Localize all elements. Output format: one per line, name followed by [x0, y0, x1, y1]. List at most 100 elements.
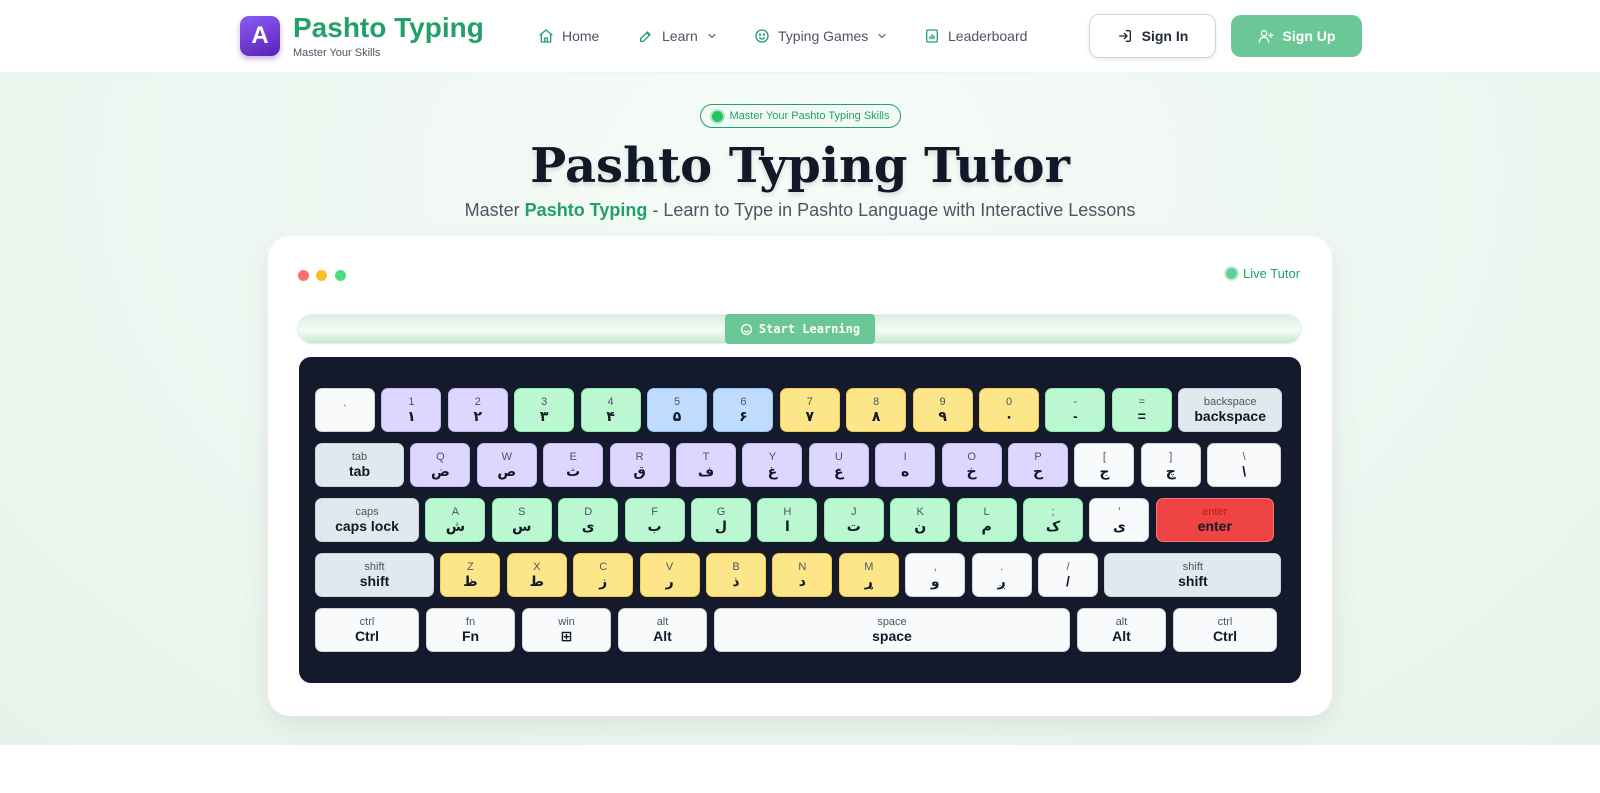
key-space[interactable]: space space — [714, 608, 1070, 652]
hero-sub-pre: Master — [464, 200, 525, 220]
key-Y[interactable]: Yغ — [742, 443, 803, 487]
key-label-pashto: ذ — [732, 573, 740, 590]
key-label-pashto: ص — [497, 463, 517, 480]
key-9[interactable]: 9٩ — [912, 388, 973, 432]
smile-icon — [755, 29, 769, 43]
nav-leaderboard-label: Leaderboard — [948, 28, 1028, 44]
start-learning-button[interactable]: Start Learning — [725, 314, 875, 344]
key-label-latin: J — [851, 505, 857, 518]
nav-home[interactable]: Home — [538, 26, 599, 46]
key-u47[interactable]: / / — [1038, 553, 1098, 597]
key-u59[interactable]: ; ک — [1023, 498, 1083, 542]
live-tutor-indicator: Live Tutor — [1226, 266, 1300, 281]
key-u91[interactable]: [ج — [1074, 443, 1135, 487]
key-3[interactable]: 3٣ — [514, 388, 575, 432]
key-M[interactable]: Mړ — [838, 553, 899, 597]
key-label-pashto: و — [930, 573, 940, 590]
nav-typing-games[interactable]: Typing Games — [754, 26, 888, 46]
key-4[interactable]: 4۴ — [580, 388, 641, 432]
key-X[interactable]: Xط — [506, 553, 567, 597]
key-label-latin: shift — [1182, 560, 1203, 573]
key-u92[interactable]: \ \ — [1207, 443, 1282, 487]
key-win[interactable]: win ⊞ — [522, 608, 611, 652]
key-I[interactable]: Iه — [875, 443, 936, 487]
key-0[interactable]: 0٠ — [979, 388, 1039, 432]
key-caps[interactable]: caps caps lock — [315, 498, 419, 542]
key-L[interactable]: Lم — [956, 498, 1017, 542]
user-plus-icon — [1258, 30, 1273, 43]
key-label-latin: = — [1138, 395, 1146, 408]
key-u93[interactable]: ] چ — [1140, 443, 1201, 487]
key-u46[interactable]: .ږ — [971, 553, 1032, 597]
key-Q[interactable]: Qض — [410, 443, 471, 487]
key-label-latin: win — [558, 615, 575, 628]
hero-sub-post: - Learn to Type in Pashto Language with … — [647, 200, 1136, 220]
key-label-pashto: ٩ — [938, 408, 947, 425]
key-N[interactable]: Nد — [772, 553, 833, 597]
key-u44[interactable]: ,و — [905, 553, 966, 597]
key-alt[interactable]: alt Alt — [618, 608, 707, 652]
key-label-latin: - — [1073, 395, 1078, 408]
key-D[interactable]: Dی — [558, 498, 619, 542]
nav-leaderboard[interactable]: Leaderboard — [924, 26, 1027, 46]
key-label-latin: U — [834, 450, 843, 463]
key-label-pashto: ٠ — [1004, 408, 1014, 425]
key-C[interactable]: Cز — [573, 553, 634, 597]
key-G[interactable]: Gل — [691, 498, 751, 542]
key-u45[interactable]: -- — [1045, 388, 1106, 432]
key-u61[interactable]: = = — [1111, 388, 1172, 432]
key-ctrl[interactable]: ctrl Ctrl — [315, 608, 419, 652]
key-V[interactable]: Vر — [639, 553, 700, 597]
key-shift[interactable]: shift shift — [1104, 553, 1282, 597]
key-6[interactable]: 6۶ — [713, 388, 774, 432]
key-label-pashto: ږ — [997, 573, 1006, 590]
key-label-latin: D — [584, 505, 593, 518]
key-u96[interactable]: ` — [315, 388, 375, 432]
key-Z[interactable]: Zظ — [440, 553, 501, 597]
window-maximize-dot-icon — [335, 270, 346, 281]
hero-sub-highlight: Pashto Typing — [524, 200, 648, 220]
key-label-pashto: ٢ — [473, 408, 483, 425]
key-fn[interactable]: fn Fn — [426, 608, 515, 652]
key-P[interactable]: Pح — [1008, 443, 1068, 487]
key-B[interactable]: Bذ — [706, 553, 766, 597]
brand-title[interactable]: Pashto Typing — [293, 12, 484, 44]
key-ctrl[interactable]: ctrl Ctrl — [1173, 608, 1277, 652]
key-enter[interactable]: enter enter — [1155, 498, 1274, 542]
key-O[interactable]: Oخ — [941, 443, 1002, 487]
logo-icon[interactable]: A — [240, 16, 280, 56]
key-1[interactable]: 1١ — [381, 388, 442, 432]
key-label-pashto: ت — [846, 518, 861, 535]
sign-in-button[interactable]: Sign In — [1089, 14, 1216, 58]
key-backspace[interactable]: backspace backspace — [1178, 388, 1283, 432]
key-7[interactable]: 7٧ — [779, 388, 840, 432]
key-tab[interactable]: tab tab — [315, 443, 404, 487]
key-F[interactable]: Fب — [624, 498, 685, 542]
key-K[interactable]: Kن — [890, 498, 951, 542]
key-u39[interactable]: ' ی — [1089, 498, 1150, 542]
sign-up-button[interactable]: Sign Up — [1231, 15, 1362, 57]
key-S[interactable]: Sس — [491, 498, 552, 542]
key-alt[interactable]: alt Alt — [1077, 608, 1166, 652]
key-label-latin: / — [1066, 560, 1070, 573]
key-2[interactable]: 2٢ — [447, 388, 508, 432]
key-U[interactable]: Uع — [808, 443, 869, 487]
key-W[interactable]: Wص — [476, 443, 537, 487]
nav-learn[interactable]: Learn — [638, 26, 718, 46]
key-R[interactable]: Rق — [609, 443, 670, 487]
key-shift[interactable]: shift shift — [315, 553, 434, 597]
key-8[interactable]: 8٨ — [846, 388, 907, 432]
key-label-latin: B — [732, 560, 740, 573]
key-H[interactable]: Hا — [757, 498, 818, 542]
key-E[interactable]: Eث — [543, 443, 604, 487]
key-J[interactable]: Jت — [823, 498, 884, 542]
key-A[interactable]: Aش — [425, 498, 486, 542]
key-label-pashto: ۶ — [739, 408, 748, 425]
key-label-latin: ] — [1169, 450, 1173, 463]
key-label-pashto: ط — [529, 573, 545, 590]
key-label-latin: caps — [355, 505, 379, 518]
key-label-latin: A — [451, 505, 460, 518]
key-label-latin: H — [783, 505, 792, 518]
key-T[interactable]: Tف — [676, 443, 736, 487]
key-5[interactable]: 5۵ — [647, 388, 707, 432]
